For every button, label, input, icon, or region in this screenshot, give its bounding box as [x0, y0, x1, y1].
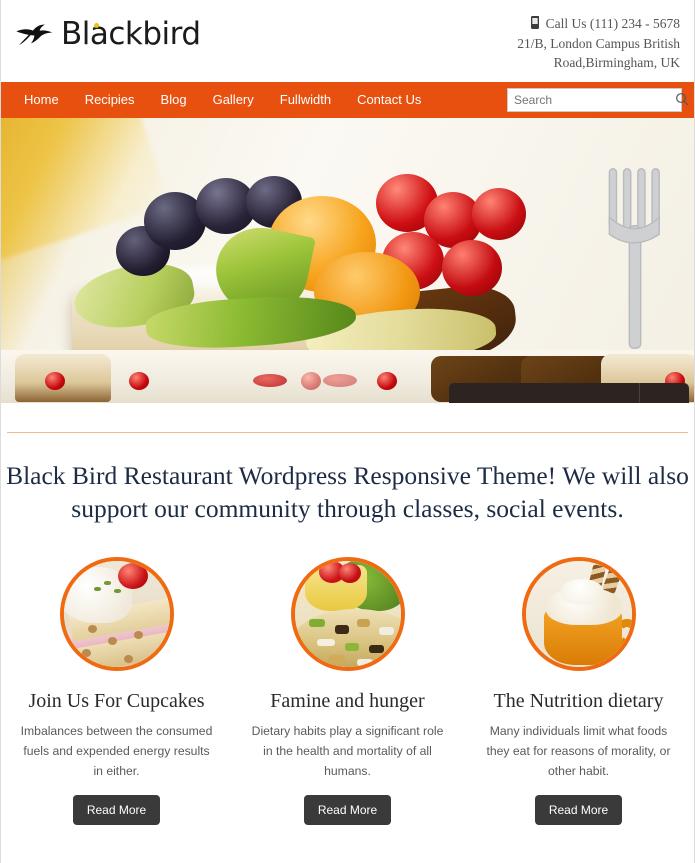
feature-text: Imbalances between the consumed fuels an…	[20, 724, 213, 778]
section-divider	[7, 432, 688, 433]
features-section: Join Us For Cupcakes Imbalances between …	[1, 557, 694, 825]
feature-title: Famine and hunger	[270, 690, 425, 712]
hero-slide-image	[1, 118, 694, 403]
brand-name: Blackbird	[61, 16, 201, 52]
hero-slider: DARK CHOCOLATE & PEANUT BUTTER POPSICLES…	[1, 118, 694, 403]
coffee-cup-thumbnail[interactable]	[521, 557, 636, 671]
search-icon	[675, 92, 689, 109]
nav-item-home[interactable]: Home	[11, 82, 72, 118]
page-headline: Black Bird Restaurant Wordpress Responsi…	[6, 461, 689, 523]
phone-icon	[531, 15, 540, 34]
feature-card-famine: Famine and hunger Dietary habits play a …	[232, 557, 463, 825]
feature-card-cupcakes: Join Us For Cupcakes Imbalances between …	[1, 557, 232, 825]
brand-accent-dot	[94, 23, 99, 28]
nav-item-fullwidth[interactable]: Fullwidth	[267, 82, 344, 118]
contact-address-line-2: Road,Birmingham, UK	[553, 55, 680, 70]
salad-dish-thumbnail[interactable]	[290, 557, 405, 671]
cake-slice-thumbnail[interactable]	[59, 557, 174, 671]
site-header: Blackbird Call Us (111) 234 - 5678 21/B,…	[1, 0, 694, 82]
caption-divider	[639, 383, 640, 403]
search-button[interactable]	[675, 89, 689, 111]
site-logo[interactable]: Blackbird	[15, 16, 201, 52]
feature-title: Join Us For Cupcakes	[28, 690, 205, 712]
search-box[interactable]	[507, 88, 689, 112]
read-more-button[interactable]: Read More	[534, 795, 623, 825]
contact-phone-line: Call Us (111) 234 - 5678	[517, 14, 680, 34]
read-more-button[interactable]: Read More	[72, 795, 161, 825]
feature-text: Dietary habits play a significant role i…	[251, 724, 444, 778]
header-contact-info: Call Us (111) 234 - 5678 21/B, London Ca…	[517, 14, 680, 72]
nav-item-blog[interactable]: Blog	[148, 82, 200, 118]
read-more-button[interactable]: Read More	[303, 795, 392, 825]
contact-address-line-1: 21/B, London Campus British	[517, 36, 680, 51]
search-input[interactable]	[508, 93, 675, 107]
contact-phone-text: Call Us (111) 234 - 5678	[545, 16, 680, 31]
feature-card-nutrition: The Nutrition dietary Many individuals l…	[463, 557, 694, 825]
feature-title: The Nutrition dietary	[493, 690, 664, 712]
feature-text: Many individuals limit what foods they e…	[486, 724, 671, 778]
hero-caption-card: DARK CHOCOLATE & PEANUT BUTTER POPSICLES…	[449, 383, 689, 403]
nav-item-contact-us[interactable]: Contact Us	[344, 82, 434, 118]
main-navigation: Home Recipies Blog Gallery Fullwidth Con…	[1, 82, 694, 125]
nav-item-gallery[interactable]: Gallery	[200, 82, 267, 118]
bird-icon	[15, 19, 55, 49]
hero-caption-title: DARK CHOCOLATE & PEANUT BUTTER POPSICLES	[467, 399, 613, 403]
nav-list: Home Recipies Blog Gallery Fullwidth Con…	[1, 82, 434, 118]
page-root: Blackbird Call Us (111) 234 - 5678 21/B,…	[0, 0, 695, 863]
nav-item-recipies[interactable]: Recipies	[72, 82, 148, 118]
